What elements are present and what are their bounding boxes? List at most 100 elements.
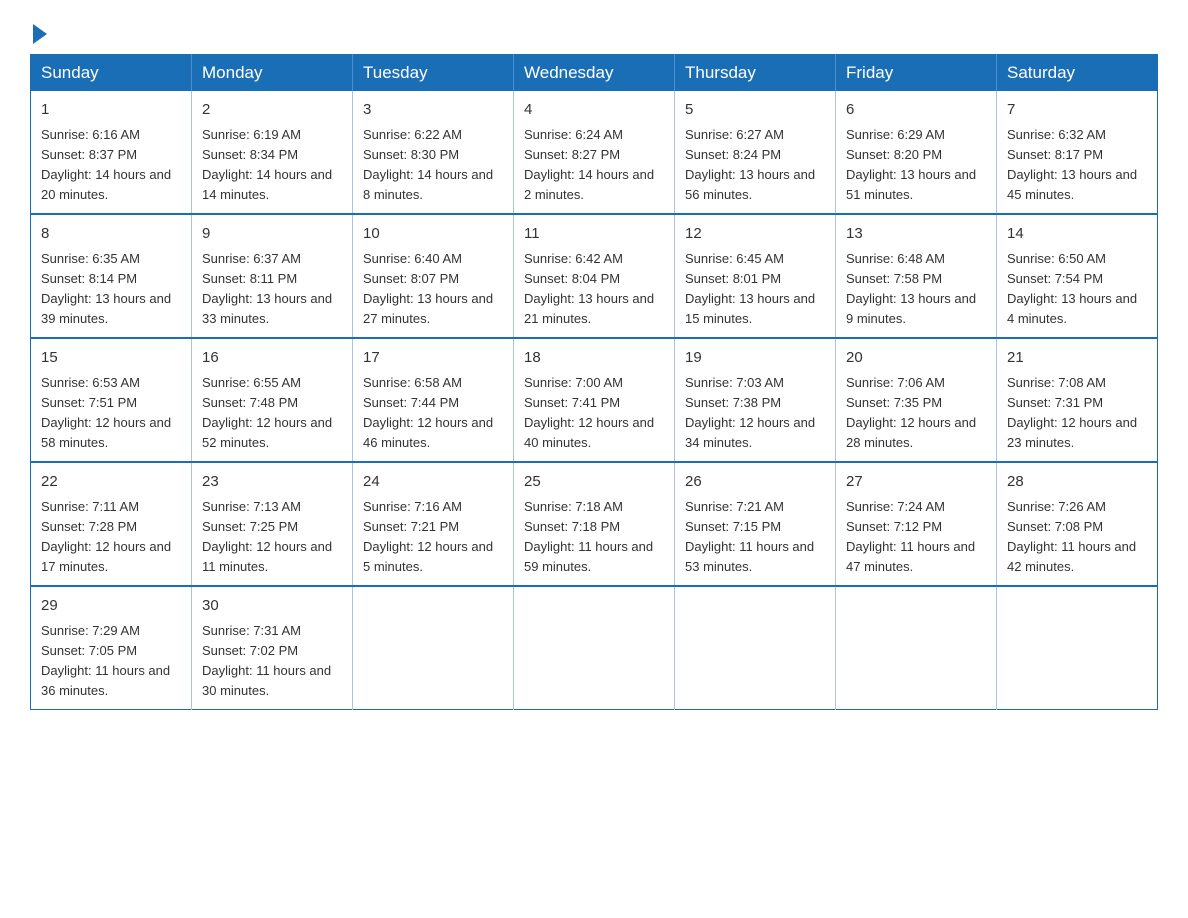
day-info: Sunrise: 6:24 AMSunset: 8:27 PMDaylight:…: [524, 125, 664, 206]
calendar-day-cell: 13 Sunrise: 6:48 AMSunset: 7:58 PMDayligh…: [836, 214, 997, 338]
day-info: Sunrise: 7:08 AMSunset: 7:31 PMDaylight:…: [1007, 373, 1147, 454]
day-info: Sunrise: 6:53 AMSunset: 7:51 PMDaylight:…: [41, 373, 181, 454]
day-number: 24: [363, 471, 503, 494]
day-number: 13: [846, 223, 986, 246]
calendar-day-cell: 9 Sunrise: 6:37 AMSunset: 8:11 PMDaylight…: [192, 214, 353, 338]
calendar-day-cell: 5 Sunrise: 6:27 AMSunset: 8:24 PMDaylight…: [675, 91, 836, 214]
day-info: Sunrise: 6:29 AMSunset: 8:20 PMDaylight:…: [846, 125, 986, 206]
calendar-day-cell: 10 Sunrise: 6:40 AMSunset: 8:07 PMDayligh…: [353, 214, 514, 338]
calendar-day-cell: [353, 586, 514, 710]
day-info: Sunrise: 6:50 AMSunset: 7:54 PMDaylight:…: [1007, 249, 1147, 330]
day-number: 16: [202, 347, 342, 370]
calendar-day-header: Friday: [836, 55, 997, 92]
day-info: Sunrise: 6:55 AMSunset: 7:48 PMDaylight:…: [202, 373, 342, 454]
day-number: 18: [524, 347, 664, 370]
calendar-day-cell: 8 Sunrise: 6:35 AMSunset: 8:14 PMDaylight…: [31, 214, 192, 338]
calendar-day-cell: 2 Sunrise: 6:19 AMSunset: 8:34 PMDaylight…: [192, 91, 353, 214]
calendar-day-cell: 20Sunrise: 7:06 AMSunset: 7:35 PMDayligh…: [836, 338, 997, 462]
calendar-day-cell: 17 Sunrise: 6:58 AMSunset: 7:44 PMDayligh…: [353, 338, 514, 462]
calendar-day-cell: 25 Sunrise: 7:18 AMSunset: 7:18 PMDayligh…: [514, 462, 675, 586]
day-number: 12: [685, 223, 825, 246]
day-number: 4: [524, 99, 664, 122]
calendar-day-cell: 7Sunrise: 6:32 AMSunset: 8:17 PMDaylight…: [997, 91, 1158, 214]
day-number: 5: [685, 99, 825, 122]
calendar-day-cell: 30 Sunrise: 7:31 AMSunset: 7:02 PMDayligh…: [192, 586, 353, 710]
day-number: 23: [202, 471, 342, 494]
day-info: Sunrise: 6:35 AMSunset: 8:14 PMDaylight:…: [41, 249, 181, 330]
calendar-day-cell: 6 Sunrise: 6:29 AMSunset: 8:20 PMDaylight…: [836, 91, 997, 214]
calendar-day-cell: [997, 586, 1158, 710]
calendar-day-cell: 26 Sunrise: 7:21 AMSunset: 7:15 PMDayligh…: [675, 462, 836, 586]
day-number: 29: [41, 595, 181, 618]
day-info: Sunrise: 6:45 AMSunset: 8:01 PMDaylight:…: [685, 249, 825, 330]
calendar-day-cell: 29 Sunrise: 7:29 AMSunset: 7:05 PMDayligh…: [31, 586, 192, 710]
day-info: Sunrise: 6:48 AMSunset: 7:58 PMDaylight:…: [846, 249, 986, 330]
day-number: 22: [41, 471, 181, 494]
calendar-day-cell: 3Sunrise: 6:22 AMSunset: 8:30 PMDaylight…: [353, 91, 514, 214]
day-info: Sunrise: 7:16 AMSunset: 7:21 PMDaylight:…: [363, 497, 503, 578]
page-header: [30, 20, 1158, 38]
calendar-day-cell: 23 Sunrise: 7:13 AMSunset: 7:25 PMDayligh…: [192, 462, 353, 586]
day-number: 6: [846, 99, 986, 122]
calendar-day-cell: 15 Sunrise: 6:53 AMSunset: 7:51 PMDayligh…: [31, 338, 192, 462]
day-info: Sunrise: 6:42 AMSunset: 8:04 PMDaylight:…: [524, 249, 664, 330]
day-info: Sunrise: 6:19 AMSunset: 8:34 PMDaylight:…: [202, 125, 342, 206]
day-number: 19: [685, 347, 825, 370]
logo-arrow-icon: [33, 24, 47, 44]
day-info: Sunrise: 7:00 AMSunset: 7:41 PMDaylight:…: [524, 373, 664, 454]
day-info: Sunrise: 7:18 AMSunset: 7:18 PMDaylight:…: [524, 497, 664, 578]
day-number: 11: [524, 223, 664, 246]
calendar-day-cell: 24 Sunrise: 7:16 AMSunset: 7:21 PMDayligh…: [353, 462, 514, 586]
day-number: 28: [1007, 471, 1147, 494]
day-number: 8: [41, 223, 181, 246]
calendar-day-cell: 22Sunrise: 7:11 AMSunset: 7:28 PMDayligh…: [31, 462, 192, 586]
day-number: 9: [202, 223, 342, 246]
day-number: 25: [524, 471, 664, 494]
day-number: 15: [41, 347, 181, 370]
calendar-day-header: Saturday: [997, 55, 1158, 92]
calendar-day-cell: 18 Sunrise: 7:00 AMSunset: 7:41 PMDayligh…: [514, 338, 675, 462]
day-number: 27: [846, 471, 986, 494]
day-number: 30: [202, 595, 342, 618]
day-info: Sunrise: 6:37 AMSunset: 8:11 PMDaylight:…: [202, 249, 342, 330]
calendar-week-row: 8 Sunrise: 6:35 AMSunset: 8:14 PMDaylight…: [31, 214, 1158, 338]
calendar-day-cell: 14 Sunrise: 6:50 AMSunset: 7:54 PMDayligh…: [997, 214, 1158, 338]
calendar-day-cell: 11 Sunrise: 6:42 AMSunset: 8:04 PMDayligh…: [514, 214, 675, 338]
calendar-day-cell: 4 Sunrise: 6:24 AMSunset: 8:27 PMDaylight…: [514, 91, 675, 214]
day-number: 26: [685, 471, 825, 494]
day-info: Sunrise: 7:29 AMSunset: 7:05 PMDaylight:…: [41, 621, 181, 702]
day-info: Sunrise: 6:27 AMSunset: 8:24 PMDaylight:…: [685, 125, 825, 206]
calendar-header-row: SundayMondayTuesdayWednesdayThursdayFrid…: [31, 55, 1158, 92]
calendar-day-cell: [514, 586, 675, 710]
day-info: Sunrise: 6:58 AMSunset: 7:44 PMDaylight:…: [363, 373, 503, 454]
calendar-day-cell: [675, 586, 836, 710]
day-info: Sunrise: 7:31 AMSunset: 7:02 PMDaylight:…: [202, 621, 342, 702]
day-info: Sunrise: 7:24 AMSunset: 7:12 PMDaylight:…: [846, 497, 986, 578]
day-info: Sunrise: 7:13 AMSunset: 7:25 PMDaylight:…: [202, 497, 342, 578]
day-info: Sunrise: 7:06 AMSunset: 7:35 PMDaylight:…: [846, 373, 986, 454]
day-info: Sunrise: 7:21 AMSunset: 7:15 PMDaylight:…: [685, 497, 825, 578]
calendar-day-cell: [836, 586, 997, 710]
calendar-day-header: Monday: [192, 55, 353, 92]
calendar-day-cell: 12 Sunrise: 6:45 AMSunset: 8:01 PMDayligh…: [675, 214, 836, 338]
calendar-week-row: 22Sunrise: 7:11 AMSunset: 7:28 PMDayligh…: [31, 462, 1158, 586]
calendar-day-header: Tuesday: [353, 55, 514, 92]
day-number: 1: [41, 99, 181, 122]
calendar-day-cell: 1 Sunrise: 6:16 AMSunset: 8:37 PMDaylight…: [31, 91, 192, 214]
day-number: 3: [363, 99, 503, 122]
day-number: 17: [363, 347, 503, 370]
calendar-day-header: Sunday: [31, 55, 192, 92]
calendar-week-row: 15 Sunrise: 6:53 AMSunset: 7:51 PMDayligh…: [31, 338, 1158, 462]
day-number: 21: [1007, 347, 1147, 370]
day-number: 7: [1007, 99, 1147, 122]
day-info: Sunrise: 6:40 AMSunset: 8:07 PMDaylight:…: [363, 249, 503, 330]
calendar-day-header: Thursday: [675, 55, 836, 92]
logo: [30, 20, 47, 38]
day-number: 2: [202, 99, 342, 122]
day-number: 10: [363, 223, 503, 246]
calendar-day-cell: 19Sunrise: 7:03 AMSunset: 7:38 PMDayligh…: [675, 338, 836, 462]
calendar-day-cell: 27 Sunrise: 7:24 AMSunset: 7:12 PMDayligh…: [836, 462, 997, 586]
calendar-table: SundayMondayTuesdayWednesdayThursdayFrid…: [30, 54, 1158, 710]
day-number: 14: [1007, 223, 1147, 246]
day-info: Sunrise: 6:16 AMSunset: 8:37 PMDaylight:…: [41, 125, 181, 206]
